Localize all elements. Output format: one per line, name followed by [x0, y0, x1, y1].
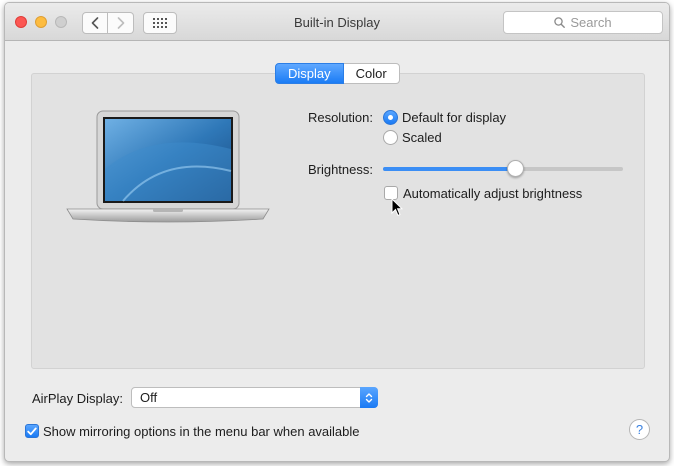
- checkmark-icon: [27, 427, 37, 435]
- tab-bar: Display Color: [275, 63, 400, 84]
- airplay-popup-value: Off: [140, 390, 158, 405]
- help-button[interactable]: ?: [629, 419, 650, 440]
- resolution-default-radio[interactable]: [383, 110, 398, 125]
- magnifier-icon: [554, 17, 566, 28]
- brightness-slider[interactable]: [383, 167, 623, 171]
- brightness-label: Brightness:: [307, 162, 373, 177]
- mirroring-checkbox[interactable]: [25, 424, 39, 438]
- resolution-scaled-label[interactable]: Scaled: [402, 130, 442, 145]
- brightness-slider-knob[interactable]: [506, 160, 524, 177]
- tab-color[interactable]: Color: [343, 63, 400, 84]
- brightness-slider-fill: [383, 167, 515, 171]
- mouse-pointer-icon: [391, 198, 403, 217]
- popup-arrows-icon: [360, 387, 378, 408]
- laptop-icon: [66, 110, 270, 223]
- airplay-label: AirPlay Display:: [31, 391, 123, 406]
- titlebar: Built-in Display Search: [5, 3, 669, 41]
- resolution-label: Resolution:: [307, 110, 373, 125]
- mirroring-label[interactable]: Show mirroring options in the menu bar w…: [43, 424, 360, 439]
- airplay-popup[interactable]: Off: [131, 387, 378, 408]
- search-placeholder: Search: [570, 15, 612, 30]
- window: Built-in Display Search Display Color Re…: [4, 2, 670, 462]
- auto-brightness-label[interactable]: Automatically adjust brightness: [403, 186, 582, 201]
- tab-display[interactable]: Display: [275, 63, 344, 84]
- resolution-scaled-radio[interactable]: [383, 130, 398, 145]
- search-field[interactable]: Search: [503, 11, 663, 34]
- resolution-default-label[interactable]: Default for display: [402, 110, 506, 125]
